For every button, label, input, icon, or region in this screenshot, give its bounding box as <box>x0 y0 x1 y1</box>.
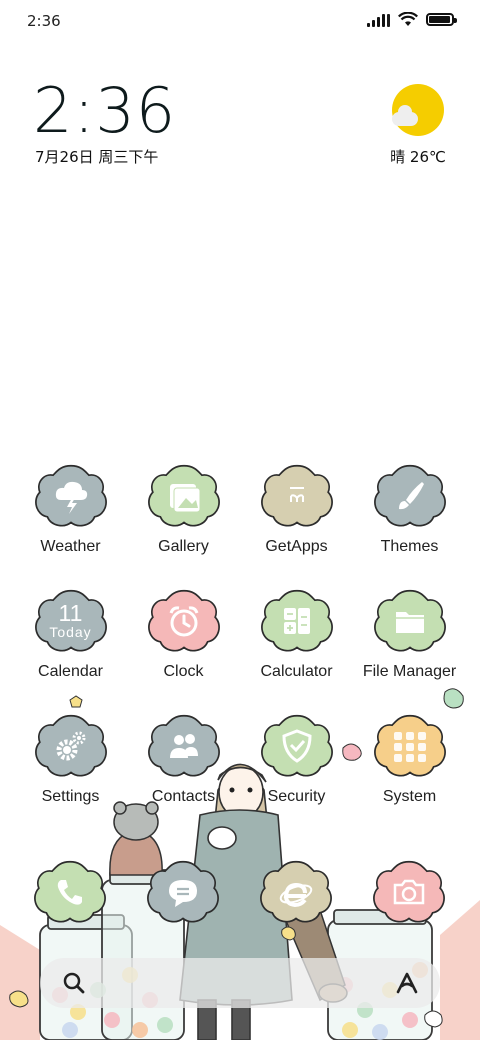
shopping-bag-icon-glyph <box>258 462 336 530</box>
calendar-icon[interactable]: 11 Today <box>32 587 110 655</box>
app-calendar[interactable]: 11 Today Calendar <box>14 587 127 681</box>
alarm-clock-icon[interactable] <box>145 587 223 655</box>
app-gallery[interactable]: Gallery <box>127 462 240 556</box>
wifi-icon <box>398 12 418 26</box>
app-getapps[interactable]: GetApps <box>240 462 353 556</box>
app-themes[interactable]: Themes <box>353 462 466 556</box>
brush-icon-glyph <box>371 462 449 530</box>
phone-icon-glyph <box>31 858 109 926</box>
app-label: Settings <box>41 788 100 805</box>
photo-icon-glyph <box>145 462 223 530</box>
assistant-a-icon[interactable] <box>394 970 420 996</box>
app-contacts[interactable]: Contacts <box>127 712 240 806</box>
app-security[interactable]: Security <box>240 712 353 806</box>
app-label: File Manager <box>362 663 457 680</box>
app-settings[interactable]: Settings <box>14 712 127 806</box>
photo-icon[interactable] <box>145 462 223 530</box>
clock-widget-time[interactable]: 2:36 <box>33 74 176 147</box>
camera-icon-glyph <box>370 858 448 926</box>
calendar-icon-glyph: 11 Today <box>32 587 110 655</box>
browser-e-icon[interactable] <box>257 858 335 926</box>
calculator-icon[interactable] <box>258 587 336 655</box>
app-label: Weather <box>40 538 101 555</box>
people-icon[interactable] <box>145 712 223 780</box>
status-time: 2:36 <box>27 12 61 30</box>
app-file-manager[interactable]: File Manager <box>353 587 466 681</box>
app-clock[interactable]: Clock <box>127 587 240 681</box>
search-icon[interactable] <box>62 971 86 995</box>
app-label: Gallery <box>158 538 209 555</box>
cloud-icon <box>392 105 418 126</box>
signal-icon <box>367 13 390 27</box>
clock-widget-date[interactable]: 7月26日 周三下午 <box>35 146 158 167</box>
cloud-lightning-icon-glyph <box>32 462 110 530</box>
search-bar[interactable] <box>40 958 440 1008</box>
calculator-icon-glyph <box>258 587 336 655</box>
app-system[interactable]: System <box>353 712 466 806</box>
app-label: System <box>382 788 437 805</box>
dock-app-messages[interactable] <box>144 858 222 926</box>
app-label: Calendar <box>38 663 103 680</box>
app-label: GetApps <box>265 538 328 555</box>
calendar-day-text: Today <box>49 624 92 640</box>
dock-app-camera[interactable] <box>370 858 448 926</box>
folder-icon-glyph <box>371 587 449 655</box>
folder-grid-icon[interactable] <box>371 712 449 780</box>
weather-condition: 晴 26℃ <box>390 148 446 166</box>
alarm-clock-icon-glyph <box>145 587 223 655</box>
chat-bubble-icon[interactable] <box>144 858 222 926</box>
battery-icon <box>426 13 457 26</box>
dock-app-browser[interactable] <box>257 858 335 926</box>
cloud-lightning-icon[interactable] <box>32 462 110 530</box>
chat-bubble-icon-glyph <box>144 858 222 926</box>
app-label: Contacts <box>151 788 216 805</box>
folder-icon[interactable] <box>371 587 449 655</box>
app-label: Security <box>267 788 326 805</box>
folder-grid-icon-glyph <box>371 712 449 780</box>
status-bar: 2:36 <box>0 0 480 44</box>
app-label: Calculator <box>260 663 333 680</box>
shopping-bag-icon[interactable] <box>258 462 336 530</box>
people-icon-glyph <box>145 712 223 780</box>
app-calculator[interactable]: Calculator <box>240 587 353 681</box>
phone-icon[interactable] <box>31 858 109 926</box>
calendar-date-number: 11 <box>58 600 83 626</box>
browser-e-icon-glyph <box>257 858 335 926</box>
app-weather[interactable]: Weather <box>14 462 127 556</box>
gears-icon[interactable] <box>32 712 110 780</box>
shield-check-icon[interactable] <box>258 712 336 780</box>
dock-app-phone[interactable] <box>31 858 109 926</box>
brush-icon[interactable] <box>371 462 449 530</box>
gears-icon-glyph <box>32 712 110 780</box>
status-icons <box>367 12 457 27</box>
shield-check-icon-glyph <box>258 712 336 780</box>
app-label: Themes <box>380 538 439 555</box>
app-label: Clock <box>163 663 204 680</box>
camera-icon[interactable] <box>370 858 448 926</box>
